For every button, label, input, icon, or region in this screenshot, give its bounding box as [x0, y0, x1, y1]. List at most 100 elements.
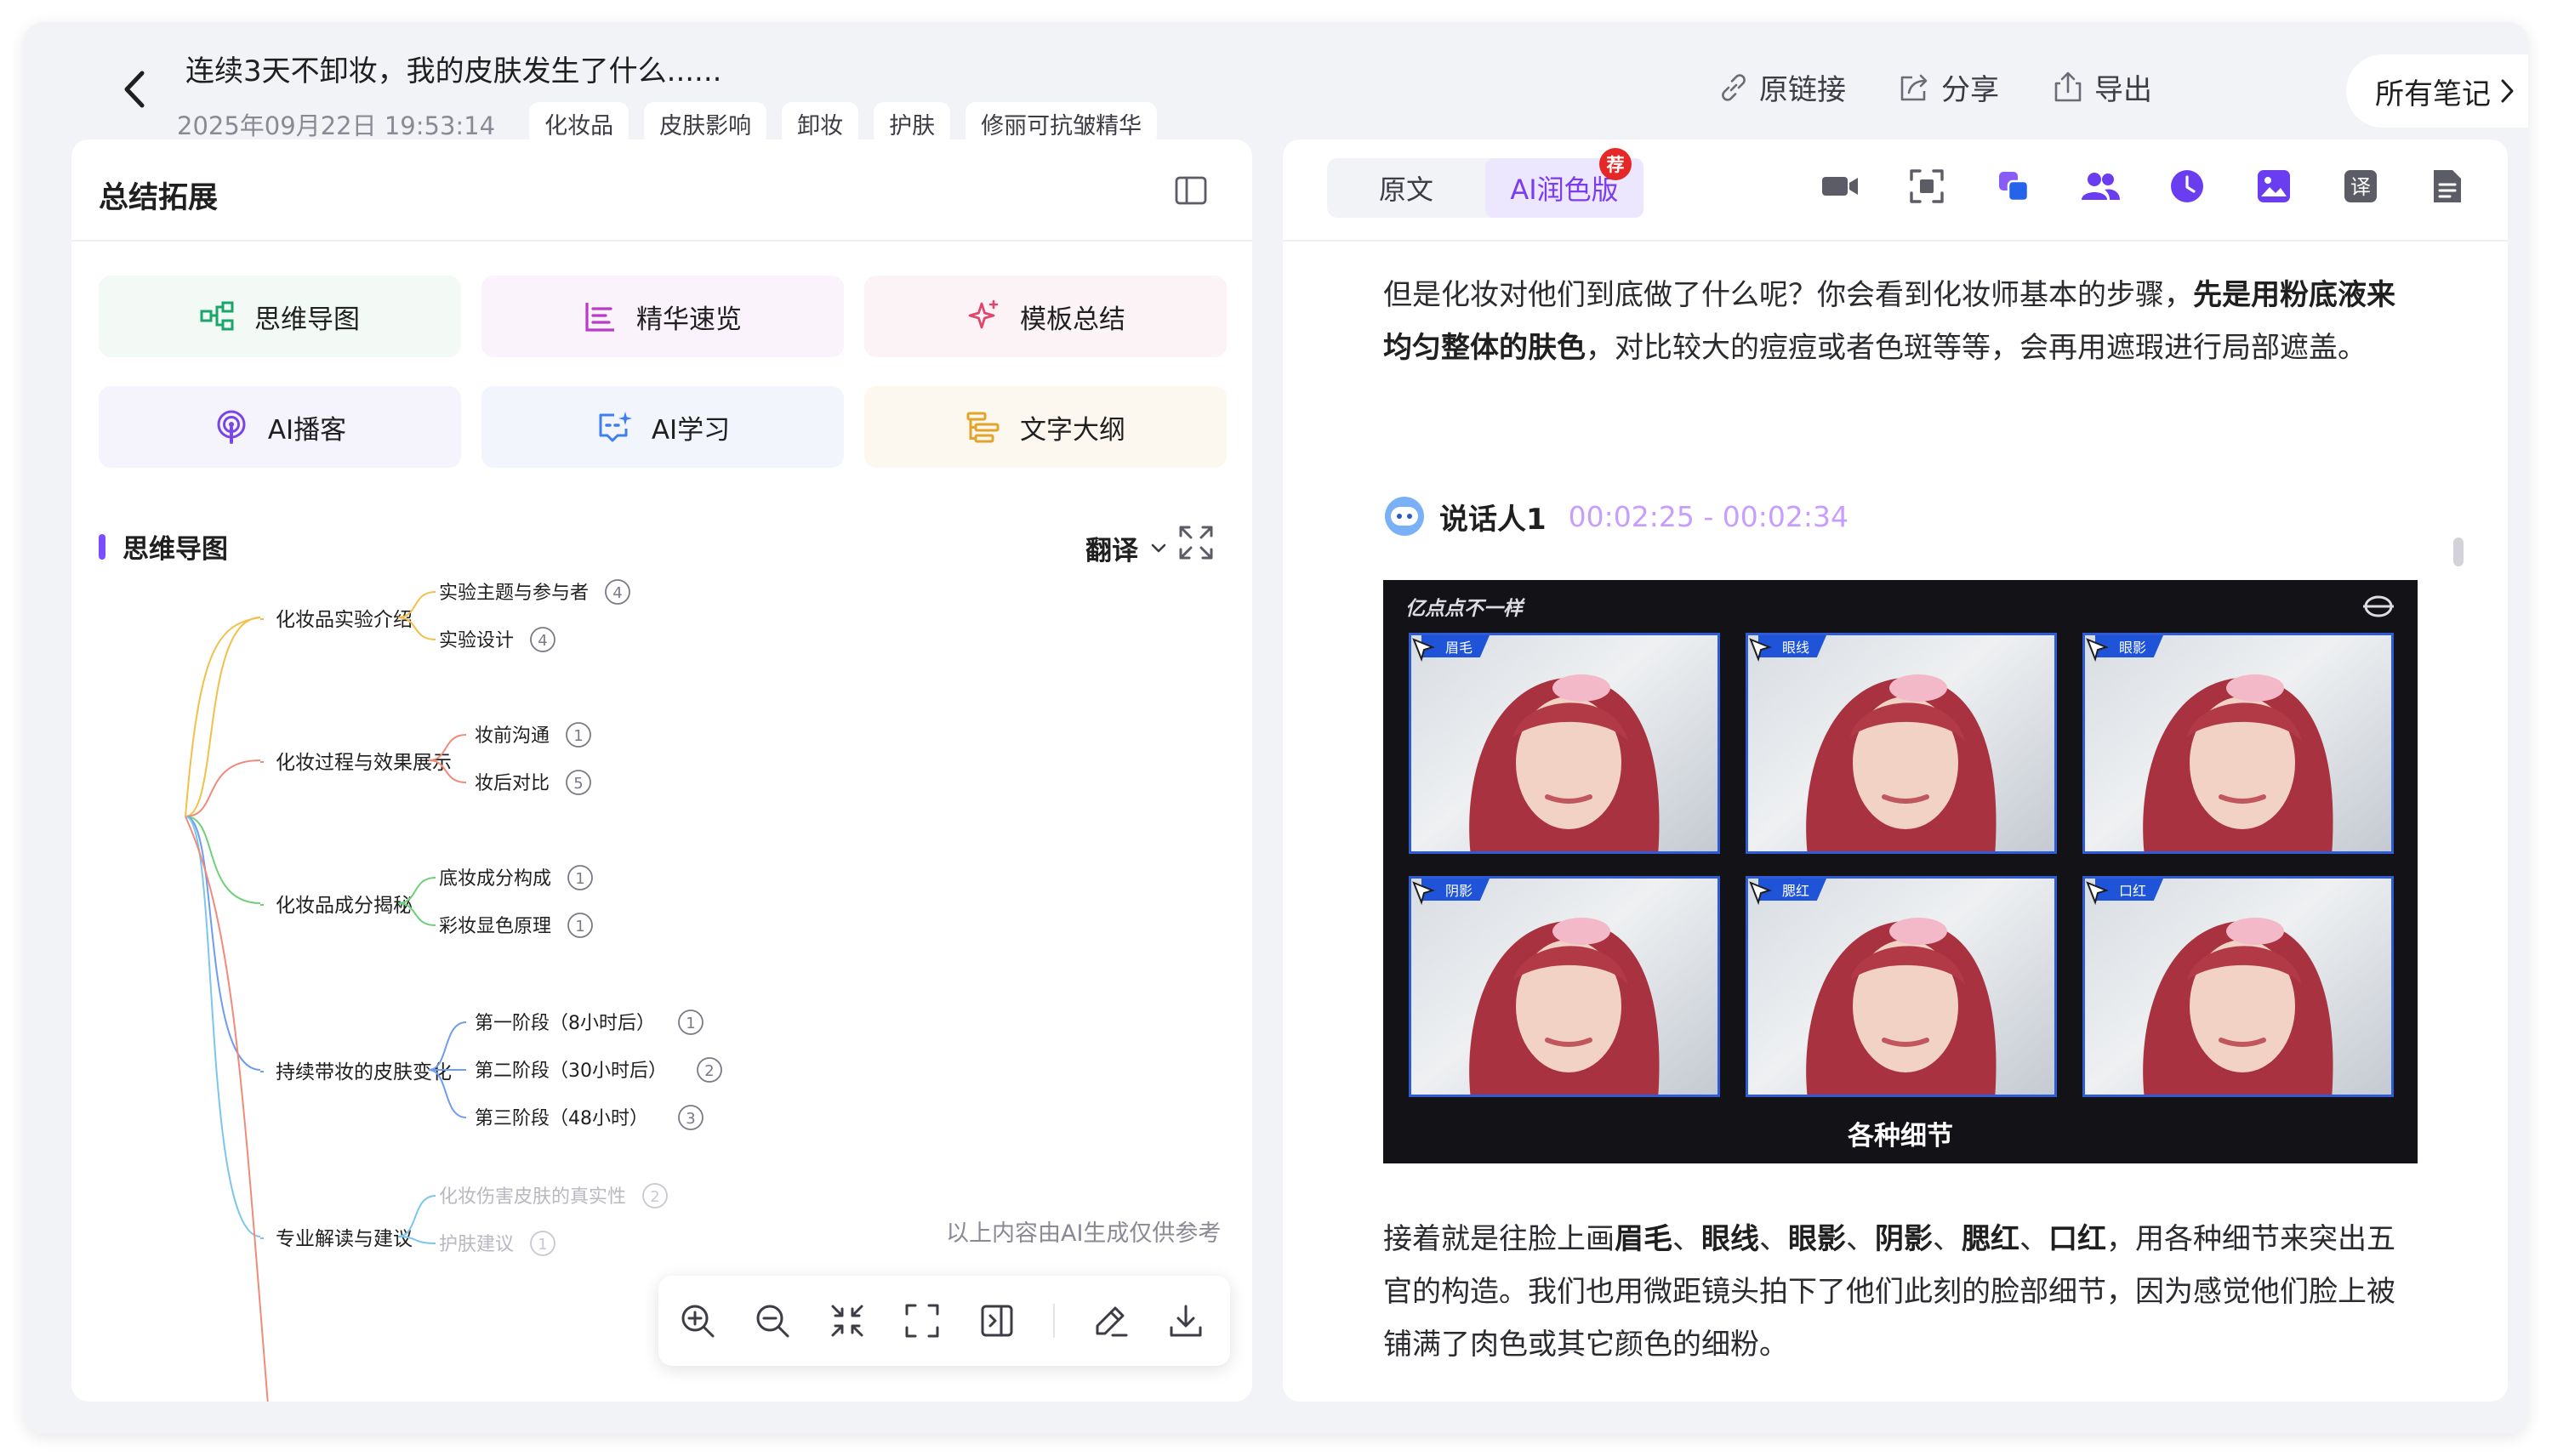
mindmap-icon	[200, 301, 234, 331]
export-button[interactable]: 导出	[2050, 66, 2152, 108]
mindmap-node-label[interactable]: 实验主题与参与者	[439, 583, 589, 604]
mindmap-toolbar	[658, 1276, 1230, 1366]
summary-panel-title: 总结拓展	[99, 181, 219, 215]
copy-button[interactable]	[1992, 165, 2035, 208]
panel-layout-icon	[981, 1305, 1013, 1337]
screen-capture-icon	[1910, 169, 1944, 203]
text-outline-button[interactable]: 文字大纲	[864, 386, 1227, 468]
mindmap-node-label[interactable]: 实验设计	[439, 630, 514, 651]
node-count: 1	[575, 918, 584, 936]
speaker-timestamp[interactable]: 00:02:25 - 00:02:34	[1569, 500, 1848, 533]
video-tile: 眉毛	[1409, 633, 1720, 854]
translate-icon: 译	[2344, 170, 2377, 202]
video-tile: 阴影	[1409, 876, 1720, 1097]
scrollbar-thumb[interactable]	[2453, 537, 2464, 566]
screenshot-button[interactable]	[1905, 165, 1948, 208]
mindmap-feature-label: 思维导图	[254, 304, 360, 335]
divider	[71, 240, 1252, 242]
video-watermark: 亿点点不一样	[1405, 598, 1523, 620]
summary-panel: 总结拓展 思维导图 精华速览 模板总结 AI播客 AI学习 文字大纲 思维导图 …	[71, 139, 1252, 1402]
mindmap-node-label[interactable]: 彩妆显色原理	[439, 916, 551, 937]
mindmap-node-label[interactable]: 底妆成分构成	[439, 868, 551, 890]
version-toggle: 原文 AI润色版	[1327, 158, 1643, 218]
transcript-tools: 译	[1819, 165, 2469, 208]
template-summary-label: 模板总结	[1020, 304, 1125, 335]
zoom-out-button[interactable]	[754, 1302, 791, 1339]
text-outline-label: 文字大纲	[1020, 414, 1125, 446]
fullscreen-button[interactable]	[1177, 524, 1215, 565]
cursor-icon	[2086, 881, 2109, 906]
video-tile: 口红	[2082, 876, 2394, 1097]
document-button[interactable]	[2426, 165, 2469, 208]
text-run: 但是化妆对他们到底做了什么呢？你会看到化妆师基本的步骤，	[1383, 278, 2193, 312]
zoom-in-button[interactable]	[679, 1302, 716, 1339]
portrait-illustration	[1806, 674, 1997, 851]
timestamp-button[interactable]	[2166, 165, 2208, 208]
mindmap-node-label[interactable]: 护肤建议	[439, 1234, 514, 1255]
edit-button[interactable]	[1092, 1302, 1130, 1339]
ai-podcast-label: AI播客	[267, 414, 347, 446]
back-button[interactable]	[109, 60, 160, 119]
download-button[interactable]	[1167, 1302, 1205, 1339]
share-label: 分享	[1941, 73, 1999, 107]
export-label: 导出	[2094, 73, 2152, 107]
mindmap-node-label[interactable]: 化妆伤害皮肤的真实性	[439, 1186, 626, 1208]
collapse-button[interactable]	[829, 1302, 866, 1339]
fit-view-button[interactable]	[903, 1302, 941, 1339]
mindmap-branch-label[interactable]: 化妆品成分揭秘	[276, 895, 413, 917]
download-icon	[1170, 1305, 1202, 1337]
export-icon	[2054, 71, 2082, 101]
translate-dropdown[interactable]: 翻译	[1085, 529, 1167, 567]
all-notes-button[interactable]: 所有笔记	[2346, 54, 2528, 128]
mindmap-node-label[interactable]: 妆后对比	[475, 773, 550, 794]
layout-toggle-button[interactable]	[978, 1302, 1016, 1339]
text-run: 接着就是往脸上画	[1383, 1222, 1615, 1256]
source-link-button[interactable]: 原链接	[1717, 66, 1846, 108]
template-summary-button[interactable]: 模板总结	[864, 276, 1227, 357]
video-frame[interactable]: 亿点点不一样 眉毛 眼线 眼影 阴影 腮红 口红 各种细节	[1383, 580, 2418, 1163]
expand-icon	[1179, 526, 1213, 560]
source-link-label: 原链接	[1759, 73, 1846, 107]
mindmap-node-label[interactable]: 第一阶段（8小时后）	[475, 1013, 655, 1034]
mindmap-node-label[interactable]: 妆前沟通	[475, 725, 550, 747]
ai-learning-button[interactable]: AI学习	[481, 386, 844, 468]
app-window: 连续3天不卸妆，我的皮肤发生了什么...... 2025年09月22日 19:5…	[24, 22, 2528, 1434]
note-date: 2025年09月22日 19:53:14	[177, 111, 496, 140]
translate-button[interactable]: 译	[2339, 165, 2382, 208]
mindmap-section-header: 思维导图	[99, 527, 228, 566]
all-notes-label: 所有笔记	[2375, 77, 2491, 111]
portrait-illustration	[1806, 918, 1997, 1095]
recommend-badge: 荐	[1599, 148, 1632, 180]
image-button[interactable]	[2253, 165, 2295, 208]
section-accent-bar	[99, 533, 105, 560]
node-count: 1	[538, 1236, 547, 1254]
speakers-button[interactable]	[2079, 165, 2122, 208]
mindmap-connector	[185, 617, 261, 817]
mindmap-node-label[interactable]: 第三阶段（48小时）	[475, 1108, 648, 1129]
translate-label: 翻译	[1085, 536, 1138, 566]
video-tile: 腮红	[1746, 876, 2057, 1097]
speaker-name: 说话人1	[1439, 502, 1547, 537]
mindmap-branch-label[interactable]: 专业解读与建议	[276, 1228, 413, 1250]
ai-podcast-button[interactable]: AI播客	[99, 386, 461, 468]
pencil-icon	[1096, 1306, 1128, 1337]
sidebar-toggle-button[interactable]	[1174, 175, 1208, 209]
link-icon	[1722, 73, 1746, 101]
portrait-illustration	[2143, 918, 2333, 1095]
users-icon	[2082, 173, 2120, 200]
highlights-feature-button[interactable]: 精华速览	[481, 276, 844, 357]
mindmap-branch-label[interactable]: 持续带妆的皮肤变化	[276, 1061, 452, 1083]
mindmap-feature-button[interactable]: 思维导图	[99, 276, 461, 357]
portrait-illustration	[1469, 918, 1660, 1095]
mindmap-branch-label[interactable]: 化妆过程与效果展示	[276, 752, 452, 774]
mindmap-branch-label[interactable]: 化妆品实验介绍	[276, 609, 413, 631]
text-run: 、	[1933, 1222, 1962, 1256]
speaker-row: 说话人1 00:02:25 - 00:02:34	[1383, 495, 1848, 537]
collapse-icon	[831, 1305, 863, 1337]
share-button[interactable]: 分享	[1897, 66, 1999, 108]
video-button[interactable]	[1819, 165, 1861, 208]
mindmap-node-label[interactable]: 第二阶段（30小时后）	[475, 1061, 667, 1082]
node-count: 5	[573, 775, 583, 793]
list-icon	[585, 303, 614, 332]
tab-original[interactable]: 原文	[1327, 158, 1485, 218]
